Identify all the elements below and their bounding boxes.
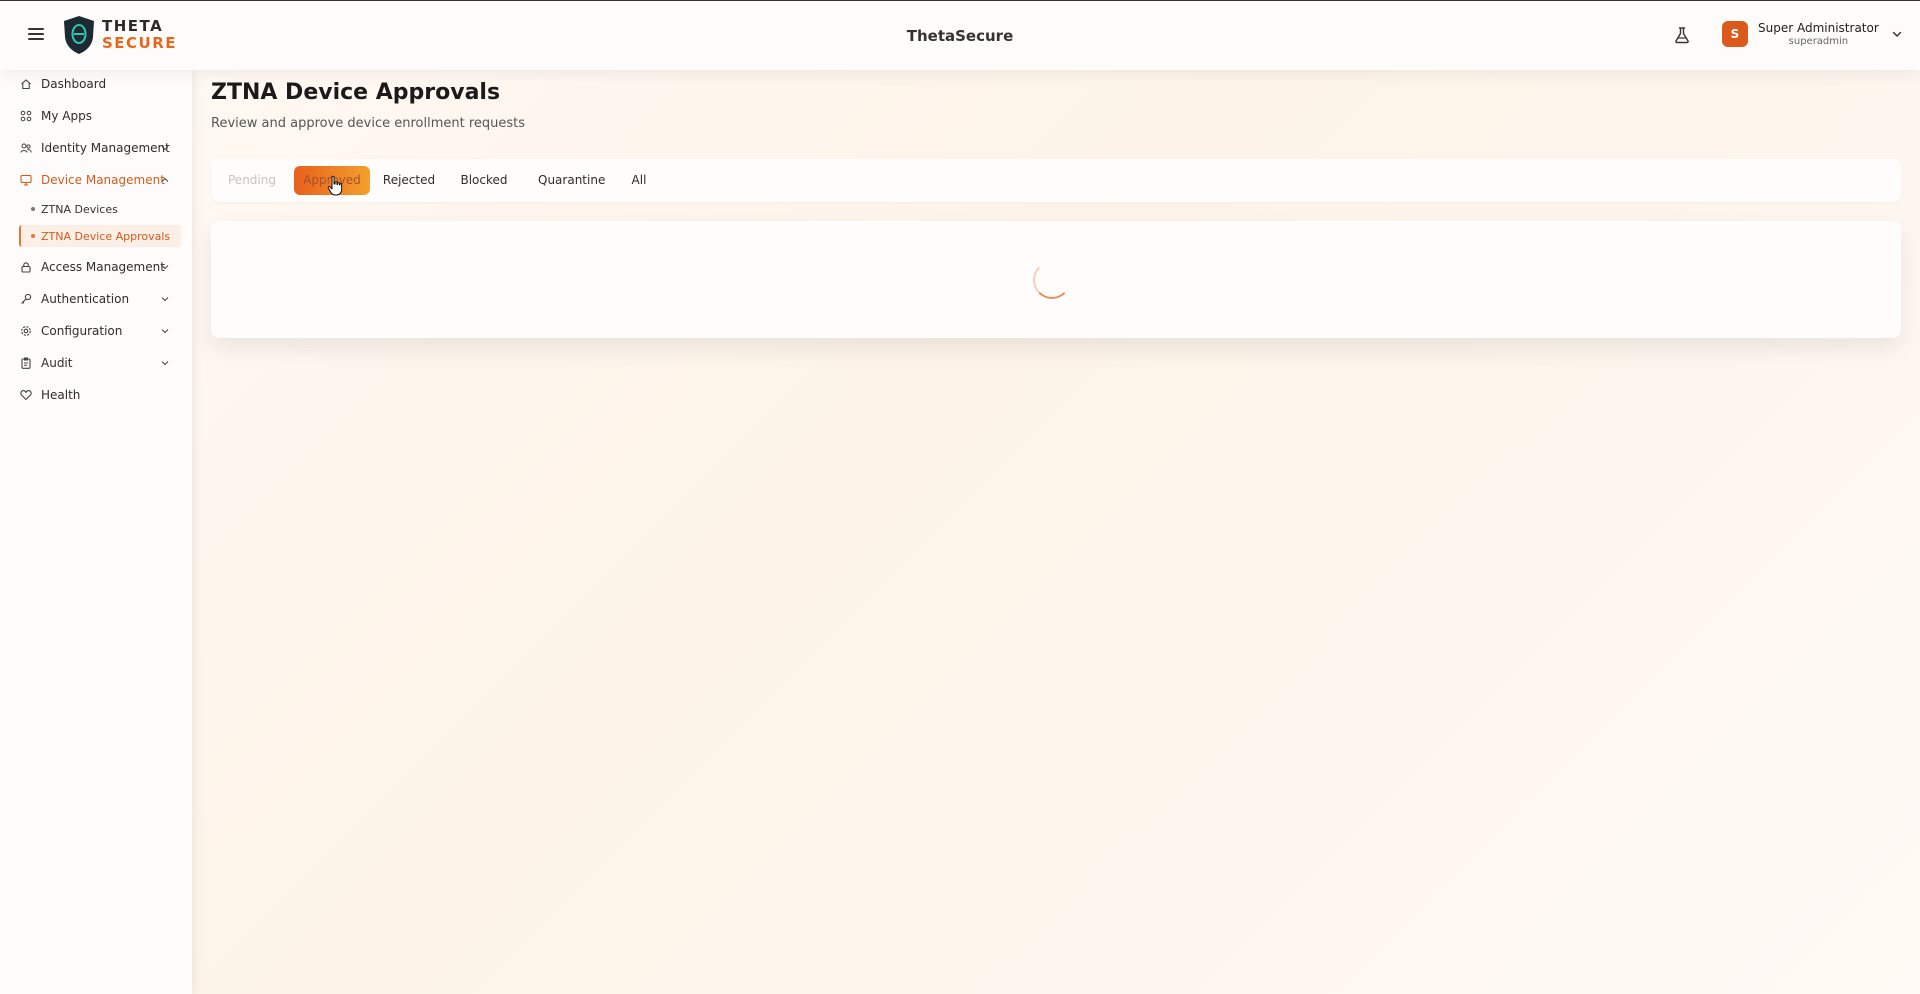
sidebar-item-device-management[interactable]: Device Management: [0, 167, 192, 193]
page-title: ZTNA Device Approvals: [211, 80, 501, 105]
heart-icon: [20, 390, 32, 401]
app-title: ThetaSecure: [906, 27, 1014, 45]
sidebar-item-label: Identity Management: [41, 141, 170, 155]
clipboard-icon: [21, 357, 31, 369]
chevron-down-icon: [161, 329, 169, 334]
sidebar: Dashboard My Apps Identity Management De…: [0, 70, 192, 994]
sidebar-subitem-label: ZTNA Device Approvals: [41, 229, 171, 243]
tab-all[interactable]: All: [627, 166, 651, 195]
users-icon: [20, 143, 32, 153]
sidebar-item-health[interactable]: Health: [0, 382, 192, 408]
avatar: S: [1722, 21, 1748, 47]
hand-cursor-icon: [327, 175, 343, 196]
top-bar: THETA SECURE ThetaSecure S Super Adminis…: [0, 0, 1920, 70]
chevron-down-icon: [161, 297, 169, 302]
chevron-up-icon: [161, 177, 169, 182]
content-card: [211, 221, 1901, 338]
loading-spinner: [1033, 261, 1071, 299]
sidebar-item-identity-management[interactable]: Identity Management: [0, 135, 192, 161]
sidebar-subitem-ztna-device-approvals[interactable]: ZTNA Device Approvals: [19, 225, 181, 247]
lock-icon: [21, 262, 31, 273]
sidebar-item-access-management[interactable]: Access Management: [0, 254, 192, 280]
apps-grid-icon: [20, 110, 32, 122]
sidebar-subitem-ztna-devices[interactable]: ZTNA Devices: [19, 198, 181, 220]
tab-pending[interactable]: Pending: [225, 166, 279, 195]
sidebar-item-label: Access Management: [41, 260, 165, 274]
sidebar-item-dashboard[interactable]: Dashboard: [0, 71, 192, 97]
sidebar-item-label: Device Management: [41, 173, 165, 187]
user-role: superadmin: [1788, 36, 1849, 47]
tab-rejected[interactable]: Rejected: [381, 166, 437, 195]
bullet-dot: [31, 207, 35, 211]
sidebar-item-my-apps[interactable]: My Apps: [0, 103, 192, 129]
sidebar-item-label: Configuration: [41, 324, 123, 338]
sidebar-item-label: Health: [41, 388, 81, 402]
monitor-icon: [20, 174, 32, 186]
sidebar-item-label: Audit: [41, 356, 73, 370]
user-name: Super Administrator: [1758, 21, 1879, 35]
sidebar-item-label: Dashboard: [41, 77, 107, 91]
chevron-down-icon: [161, 361, 169, 366]
status-tabs: Pending Approved Rejected Blocked Quaran…: [211, 159, 1901, 202]
chevron-down-icon: [1892, 31, 1901, 37]
key-icon: [21, 293, 32, 304]
page-subtitle: Review and approve device enrollment req…: [211, 116, 526, 131]
bullet-dot: [31, 234, 35, 238]
tab-blocked[interactable]: Blocked: [459, 166, 509, 195]
sidebar-item-label: Authentication: [41, 292, 130, 306]
tab-quarantine[interactable]: Quarantine: [538, 166, 605, 195]
sidebar-subitem-label: ZTNA Devices: [41, 202, 118, 216]
sidebar-item-configuration[interactable]: Configuration: [0, 318, 192, 344]
flask-icon[interactable]: [1672, 25, 1692, 45]
user-menu[interactable]: S Super Administrator superadmin: [1722, 21, 1903, 47]
home-icon: [21, 79, 31, 90]
sidebar-item-audit[interactable]: Audit: [0, 350, 192, 376]
chevron-down-icon: [161, 146, 169, 151]
sidebar-item-label: My Apps: [41, 109, 92, 123]
gear-icon: [21, 326, 31, 336]
chevron-down-icon: [161, 265, 169, 270]
sidebar-item-authentication[interactable]: Authentication: [0, 286, 192, 312]
